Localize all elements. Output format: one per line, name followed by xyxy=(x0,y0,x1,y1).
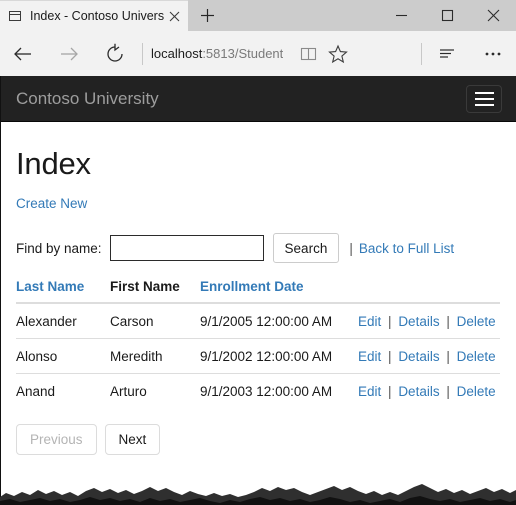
students-table: Last Name First Name Enrollment Date Ale… xyxy=(16,279,500,408)
title-bar: Index - Contoso Univers xyxy=(0,0,516,31)
edit-link[interactable]: Edit xyxy=(358,314,381,329)
back-arrow-icon[interactable] xyxy=(0,32,46,76)
hub-icon[interactable] xyxy=(424,32,470,76)
minimize-button[interactable] xyxy=(378,0,424,31)
column-header-enrollment-date: Enrollment Date xyxy=(200,279,358,304)
cell-last-name: Alexander xyxy=(16,302,110,339)
tab-title: Index - Contoso Univers xyxy=(30,8,164,23)
table-body: Alexander Carson 9/1/2005 12:00:00 AM Ed… xyxy=(16,302,500,408)
table-row: Anand Arturo 9/1/2003 12:00:00 AM Edit |… xyxy=(16,373,500,408)
forward-arrow-icon xyxy=(46,32,92,76)
book-icon[interactable] xyxy=(293,39,323,69)
cell-first-name: Meredith xyxy=(110,338,200,374)
table-head: Last Name First Name Enrollment Date xyxy=(16,279,500,304)
tab-close-icon[interactable] xyxy=(164,6,184,26)
sort-link-last-name[interactable]: Last Name xyxy=(16,279,84,294)
hamburger-bar xyxy=(474,97,494,100)
pagination: Previous Next xyxy=(16,424,500,455)
create-new-link[interactable]: Create New xyxy=(16,196,87,211)
column-header-first-name: First Name xyxy=(110,279,200,304)
cell-first-name: Carson xyxy=(110,302,200,339)
refresh-icon[interactable] xyxy=(92,32,138,76)
browser-window: Index - Contoso Univers localhost:5813/S… xyxy=(0,0,516,505)
hamburger-bar xyxy=(474,103,494,106)
cell-first-name: Arturo xyxy=(110,373,200,408)
page-title: Index xyxy=(16,146,91,181)
hamburger-bar xyxy=(474,91,494,94)
viewport-left-border xyxy=(0,76,1,505)
window-controls xyxy=(378,0,516,31)
search-input[interactable] xyxy=(109,235,264,261)
star-icon[interactable] xyxy=(323,39,353,69)
table-row: Alexander Carson 9/1/2005 12:00:00 AM Ed… xyxy=(16,302,500,339)
back-to-full-list-link[interactable]: Back to Full List xyxy=(359,241,454,256)
toolbar-divider xyxy=(142,42,143,65)
search-divider: | xyxy=(349,240,353,256)
address-bar-icons xyxy=(293,39,353,69)
cell-last-name: Alonso xyxy=(16,338,110,374)
next-page-button[interactable]: Next xyxy=(104,424,161,455)
action-separator: | xyxy=(446,314,450,329)
delete-link[interactable]: Delete xyxy=(457,349,496,364)
toolbar-right-group xyxy=(424,32,516,76)
maximize-button[interactable] xyxy=(424,0,470,31)
edit-link[interactable]: Edit xyxy=(358,349,381,364)
more-menu-icon[interactable] xyxy=(470,32,516,76)
previous-page-button: Previous xyxy=(16,424,97,455)
cell-actions: Edit | Details | Delete xyxy=(358,338,500,374)
hamburger-icon[interactable] xyxy=(466,84,502,113)
browser-tab[interactable]: Index - Contoso Univers xyxy=(0,0,188,31)
action-separator: | xyxy=(388,314,392,329)
search-button[interactable]: Search xyxy=(272,233,340,263)
search-form: Find by name: Search | Back to Full List xyxy=(16,233,500,263)
edit-link[interactable]: Edit xyxy=(358,384,381,399)
delete-link[interactable]: Delete xyxy=(457,314,496,329)
details-link[interactable]: Details xyxy=(398,349,439,364)
cell-enrollment-date: 9/1/2003 12:00:00 AM xyxy=(200,373,358,408)
cell-enrollment-date: 9/1/2002 12:00:00 AM xyxy=(200,338,358,374)
delete-link[interactable]: Delete xyxy=(457,384,496,399)
address-bar[interactable]: localhost:5813/Student xyxy=(151,32,419,76)
details-link[interactable]: Details xyxy=(398,314,439,329)
page-container: Index Create New Find by name: Search | … xyxy=(0,146,516,455)
cell-actions: Edit | Details | Delete xyxy=(358,302,500,339)
site-brand[interactable]: Contoso University xyxy=(16,76,466,122)
action-separator: | xyxy=(388,349,392,364)
action-separator: | xyxy=(388,384,392,399)
toolbar-divider-2 xyxy=(421,42,422,65)
url-text: localhost:5813/Student xyxy=(151,46,283,61)
column-header-actions xyxy=(358,279,500,304)
table-row: Alonso Meredith 9/1/2002 12:00:00 AM Edi… xyxy=(16,338,500,374)
url-host: localhost xyxy=(151,46,203,61)
sort-link-enrollment-date[interactable]: Enrollment Date xyxy=(200,279,304,294)
new-tab-button[interactable] xyxy=(188,0,226,31)
details-link[interactable]: Details xyxy=(398,384,439,399)
browser-toolbar: localhost:5813/Student xyxy=(0,31,516,76)
url-path: :5813/Student xyxy=(202,46,284,61)
find-by-name-label: Find by name: xyxy=(16,240,102,256)
close-button[interactable] xyxy=(470,0,516,31)
cell-actions: Edit | Details | Delete xyxy=(358,373,500,408)
page-outline-icon xyxy=(8,9,22,23)
action-separator: | xyxy=(446,349,450,364)
page-viewport: Contoso University Index Create New Find… xyxy=(0,76,516,505)
cell-last-name: Anand xyxy=(16,373,110,408)
column-header-last-name: Last Name xyxy=(16,279,110,304)
site-navbar: Contoso University xyxy=(0,76,516,122)
cell-enrollment-date: 9/1/2005 12:00:00 AM xyxy=(200,302,358,339)
action-separator: | xyxy=(446,384,450,399)
table-header-row: Last Name First Name Enrollment Date xyxy=(16,279,500,304)
